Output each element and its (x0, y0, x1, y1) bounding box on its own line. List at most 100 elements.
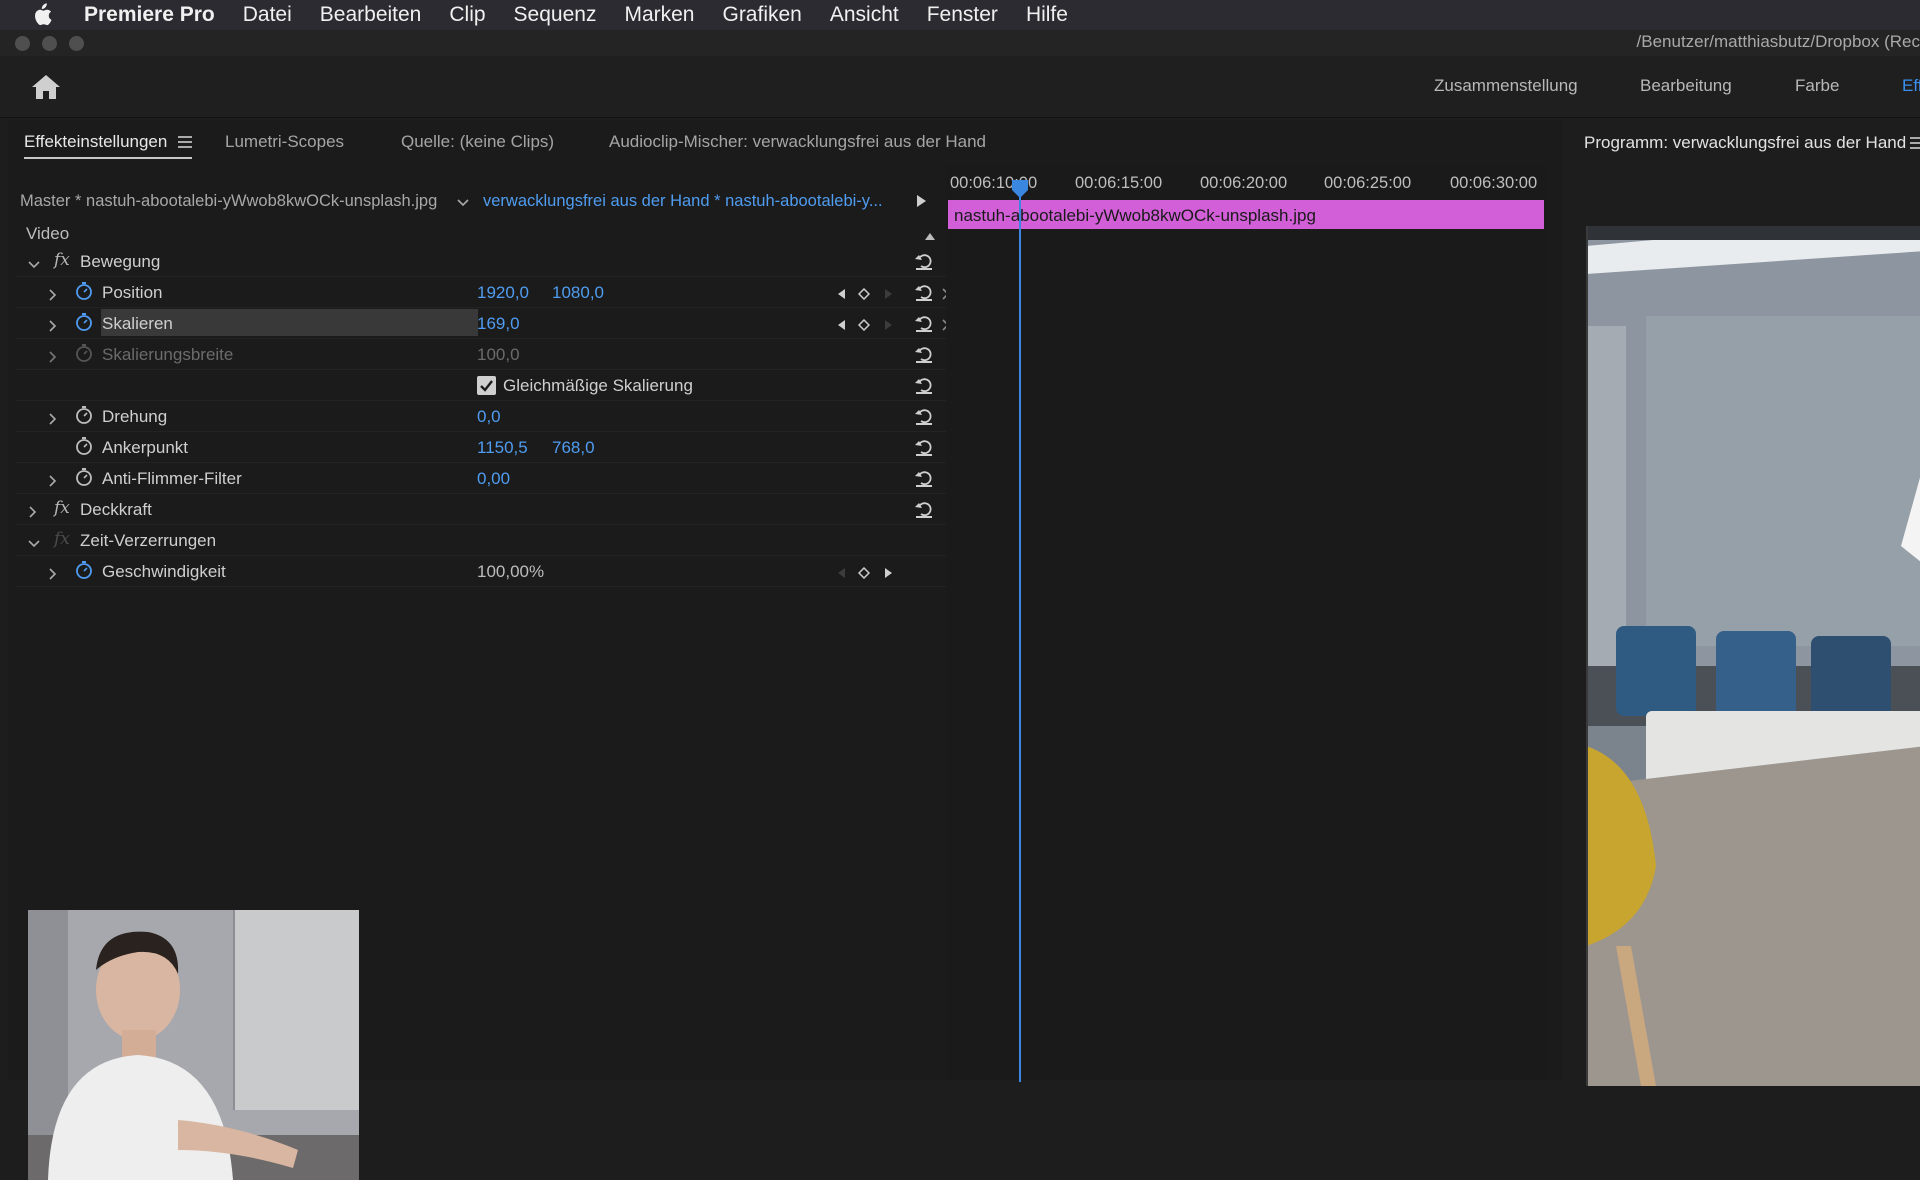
menu-grafiken[interactable]: Grafiken (722, 3, 801, 27)
property-name: Skalierungsbreite (102, 345, 234, 364)
menu-ansicht[interactable]: Ansicht (830, 3, 899, 27)
reset-icon[interactable] (913, 498, 935, 525)
ankerpunkt-y-value[interactable]: 768,0 (552, 438, 595, 458)
previous-keyframe-icon[interactable] (836, 316, 846, 336)
stopwatch-icon[interactable] (74, 467, 94, 492)
chevron-down-icon[interactable] (28, 255, 40, 275)
stopwatch-icon[interactable] (74, 560, 94, 585)
position-y-value[interactable]: 1080,0 (552, 283, 604, 303)
program-monitor-title[interactable]: Programm: verwacklungsfrei aus der Hand (1584, 133, 1906, 153)
playhead-handle-icon[interactable] (1010, 178, 1030, 205)
tab-quelle[interactable]: Quelle: (keine Clips) (401, 132, 554, 152)
uniform-scale-checkbox[interactable] (477, 376, 496, 395)
checkbox-label: Gleichmäßige Skalierung (503, 376, 693, 395)
previous-keyframe-icon[interactable] (836, 285, 846, 305)
reset-icon[interactable] (913, 374, 935, 401)
workspace-zusammenstellung[interactable]: Zusammenstellung (1434, 76, 1578, 96)
property-name: Anti-Flimmer-Filter (102, 469, 242, 488)
menu-fenster[interactable]: Fenster (927, 3, 998, 27)
skalieren-value[interactable]: 169,0 (477, 314, 520, 334)
chevron-right-icon[interactable] (28, 503, 38, 523)
effect-deckkraft: fx Deckkraft (16, 494, 946, 525)
tab-lumetri-scopes[interactable]: Lumetri-Scopes (225, 132, 344, 152)
reset-icon[interactable] (913, 405, 935, 432)
time-tick: 00:06:20:00 (1200, 174, 1288, 192)
stopwatch-icon (74, 343, 94, 368)
stopwatch-icon[interactable] (74, 436, 94, 461)
collapse-up-icon[interactable] (923, 226, 937, 246)
minimize-window-button[interactable] (42, 35, 57, 51)
chevron-down-icon[interactable] (456, 195, 470, 213)
chevron-right-icon[interactable] (48, 348, 58, 368)
geschwindigkeit-value[interactable]: 100,00% (477, 562, 544, 582)
menu-sequenz[interactable]: Sequenz (514, 3, 597, 27)
property-skalierungsbreite: Skalierungsbreite 100,0 (16, 339, 946, 370)
timeline-clip[interactable]: nastuh-abootalebi-yWwob8kwOCk-unsplash.j… (948, 200, 1544, 229)
menu-app[interactable]: Premiere Pro (84, 3, 215, 27)
apple-icon[interactable] (32, 3, 66, 27)
property-drehung: Drehung 0,0 (16, 401, 946, 432)
effect-name: Deckkraft (80, 500, 152, 519)
sequence-clip-label[interactable]: verwacklungsfrei aus der Hand * nastuh-a… (483, 192, 883, 211)
panel-menu-icon[interactable] (1910, 136, 1920, 155)
chevron-right-icon[interactable] (48, 410, 58, 430)
fx-icon: fx (54, 529, 70, 549)
next-keyframe-icon[interactable] (884, 564, 894, 584)
program-preview-image[interactable] (1586, 226, 1920, 1086)
stopwatch-icon[interactable] (74, 405, 94, 430)
workspace-bearbeitung[interactable]: Bearbeitung (1640, 76, 1732, 96)
next-keyframe-icon[interactable] (884, 316, 894, 336)
add-keyframe-icon[interactable] (857, 564, 871, 584)
antiflimmer-value[interactable]: 0,00 (477, 469, 510, 489)
menu-clip[interactable]: Clip (449, 3, 485, 27)
effect-zeit-verzerrungen: fx Zeit-Verzerrungen (16, 525, 946, 556)
menu-datei[interactable]: Datei (243, 3, 292, 27)
reset-icon[interactable] (913, 467, 935, 494)
fx-icon[interactable]: fx (54, 498, 70, 518)
reset-icon[interactable] (913, 343, 935, 370)
drehung-value[interactable]: 0,0 (477, 407, 501, 427)
next-keyframe-icon[interactable] (884, 285, 894, 305)
stopwatch-icon[interactable] (74, 281, 94, 306)
close-window-button[interactable] (15, 35, 30, 51)
time-tick: 00:06:30:00 (1450, 174, 1538, 192)
workspace-farbe[interactable]: Farbe (1795, 76, 1839, 96)
time-ruler[interactable]: 00:06:10:00 00:06:15:00 00:06:20:00 00:0… (946, 164, 1546, 200)
previous-keyframe-icon[interactable] (836, 564, 846, 584)
reset-icon[interactable] (913, 312, 935, 339)
effect-controls-timeline[interactable]: 00:06:10:00 00:06:15:00 00:06:20:00 00:0… (946, 164, 1546, 1082)
reset-icon[interactable] (913, 281, 935, 308)
chevron-right-icon[interactable] (48, 565, 58, 585)
stopwatch-icon[interactable] (74, 312, 94, 337)
reset-icon[interactable] (913, 436, 935, 463)
add-keyframe-icon[interactable] (857, 316, 871, 336)
chevron-down-icon[interactable] (28, 534, 40, 554)
chevron-right-icon[interactable] (48, 286, 58, 306)
fx-icon[interactable]: fx (54, 250, 70, 270)
panel-tabs: Effekteinstellungen Lumetri-Scopes Quell… (8, 120, 1563, 164)
menu-bearbeiten[interactable]: Bearbeiten (320, 3, 422, 27)
menu-marken[interactable]: Marken (624, 3, 694, 27)
add-keyframe-icon[interactable] (857, 285, 871, 305)
webcam-overlay-image (28, 910, 359, 1180)
master-clip-label[interactable]: Master * nastuh-abootalebi-yWwob8kwOCk-u… (20, 192, 437, 211)
play-triangle-icon[interactable] (915, 194, 927, 213)
property-name: Ankerpunkt (102, 438, 188, 457)
video-section-header: Video (16, 220, 946, 246)
zoom-window-button[interactable] (69, 35, 84, 51)
home-icon[interactable] (30, 73, 62, 106)
panel-menu-icon[interactable] (178, 134, 192, 154)
skalierungsbreite-value: 100,0 (477, 345, 520, 364)
chevron-right-icon[interactable] (48, 472, 58, 492)
position-x-value[interactable]: 1920,0 (477, 283, 529, 303)
ankerpunkt-x-value[interactable]: 1150,5 (477, 438, 528, 458)
tab-effekteinstellungen[interactable]: Effekteinstellungen (24, 132, 167, 152)
menu-hilfe[interactable]: Hilfe (1026, 3, 1068, 27)
reset-icon[interactable] (913, 250, 935, 277)
playhead-line[interactable] (1019, 182, 1021, 1082)
chevron-right-icon[interactable] (48, 317, 58, 337)
workspace-effekte[interactable]: Eff (1902, 76, 1920, 96)
time-tick: 00:06:25:00 (1324, 174, 1412, 192)
property-name: Position (102, 283, 163, 302)
tab-audioclip-mischer[interactable]: Audioclip-Mischer: verwacklungsfrei aus … (609, 132, 986, 152)
